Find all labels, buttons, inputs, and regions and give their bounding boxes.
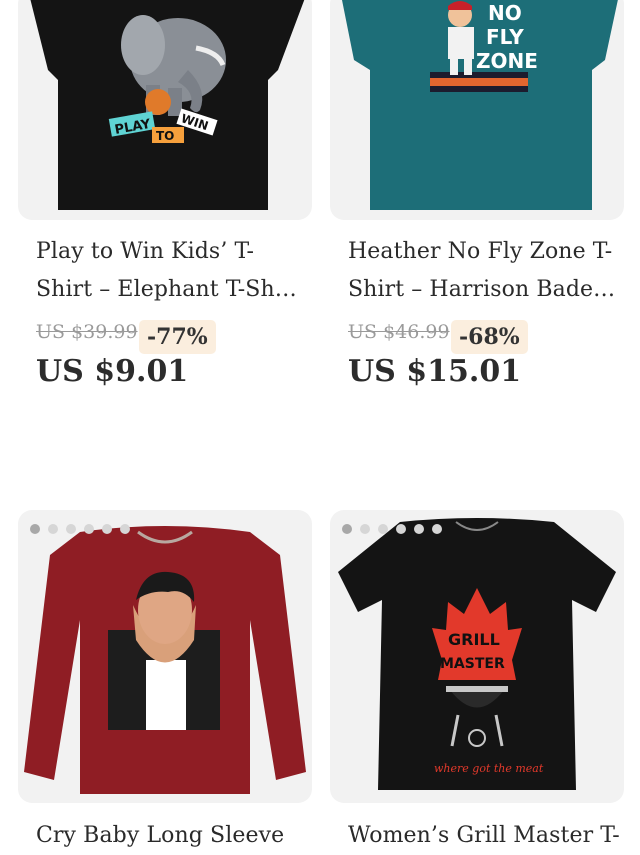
carousel-dot[interactable] [342,524,352,534]
badge-to: TO [156,129,174,143]
graphic-zone: ZONE [476,49,538,73]
image-carousel-dots[interactable] [30,524,130,534]
carousel-dot[interactable] [120,524,130,534]
tshirt-teal-image: NO FLY ZONE [342,0,618,210]
sale-price: US $9.01 [36,354,189,389]
carousel-dot[interactable] [414,524,424,534]
product-title[interactable]: Women’s Grill Master T- [348,817,628,855]
product-title[interactable]: Play to Win Kids’ T- Shirt – Elephant T-… [36,233,316,309]
original-price: US $39.99 [36,321,138,343]
product-image[interactable]: PLAY TO WIN [18,0,312,220]
tshirt-black-image: PLAY TO WIN [30,0,305,210]
graphic-fly: FLY [486,25,524,49]
discount-badge: -77% [139,320,216,354]
product-image[interactable]: NO FLY ZONE [330,0,624,220]
carousel-dot[interactable] [378,524,388,534]
carousel-dot[interactable] [30,524,40,534]
product-title-line1: Women’s Grill Master T- [348,823,620,848]
original-price: US $46.99 [348,321,450,343]
product-title-line2: Shirt – Elephant T-Sh… [36,277,297,302]
graphic-no: NO [488,1,522,25]
graphic-tagline: where got the meat [434,762,544,775]
image-carousel-dots[interactable] [342,524,442,534]
product-title[interactable]: Cry Baby Long Sleeve [36,817,316,855]
sale-price: US $15.01 [348,354,522,389]
carousel-dot[interactable] [102,524,112,534]
tshirt-black-image: GRILL MASTER where got the meat [338,518,616,790]
discount-badge: -68% [451,320,528,354]
product-title-line2: Shirt – Harrison Bade… [348,277,616,302]
product-image[interactable] [18,510,312,803]
product-image[interactable]: GRILL MASTER where got the meat [330,510,624,803]
carousel-dot[interactable] [360,524,370,534]
carousel-dot[interactable] [48,524,58,534]
product-title[interactable]: Heather No Fly Zone T- Shirt – Harrison … [348,233,628,309]
carousel-dot[interactable] [432,524,442,534]
carousel-dot[interactable] [396,524,406,534]
product-title-line1: Heather No Fly Zone T- [348,239,613,264]
graphic-grill: GRILL [448,630,500,649]
product-title-line1: Play to Win Kids’ T- [36,239,254,264]
graphic-master: MASTER [440,656,505,672]
longsleeve-maroon-image [24,526,306,794]
product-title-line1: Cry Baby Long Sleeve [36,823,285,848]
carousel-dot[interactable] [84,524,94,534]
carousel-dot[interactable] [66,524,76,534]
